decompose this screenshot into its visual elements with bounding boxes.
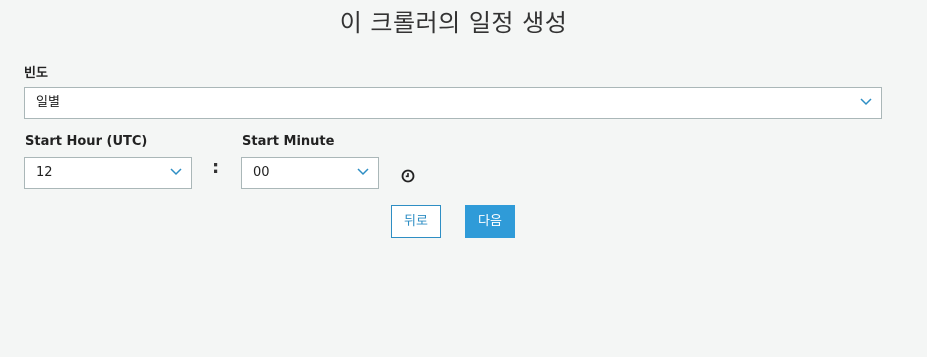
next-button[interactable]: 다음 [465, 205, 515, 238]
chevron-down-icon [357, 168, 369, 176]
page-title: 이 크롤러의 일정 생성 [339, 9, 568, 37]
chevron-down-icon [170, 168, 182, 176]
frequency-select-value: 일별 [36, 95, 60, 110]
start-hour-label: Start Hour (UTC) [25, 134, 148, 149]
chevron-down-icon [860, 98, 872, 106]
start-minute-label: Start Minute [242, 134, 335, 149]
start-hour-value: 12 [36, 165, 53, 180]
clock-icon [401, 169, 415, 183]
time-separator: : [212, 157, 220, 178]
schedule-page: 이 크롤러의 일정 생성 빈도 일별 Start Hour (UTC) 12 :… [0, 0, 927, 357]
frequency-select[interactable]: 일별 [24, 87, 882, 119]
start-minute-value: 00 [253, 165, 270, 180]
back-button[interactable]: 뒤로 [391, 205, 441, 238]
start-minute-select[interactable]: 00 [241, 157, 379, 189]
start-hour-select[interactable]: 12 [24, 157, 192, 189]
frequency-label: 빈도 [24, 66, 48, 81]
